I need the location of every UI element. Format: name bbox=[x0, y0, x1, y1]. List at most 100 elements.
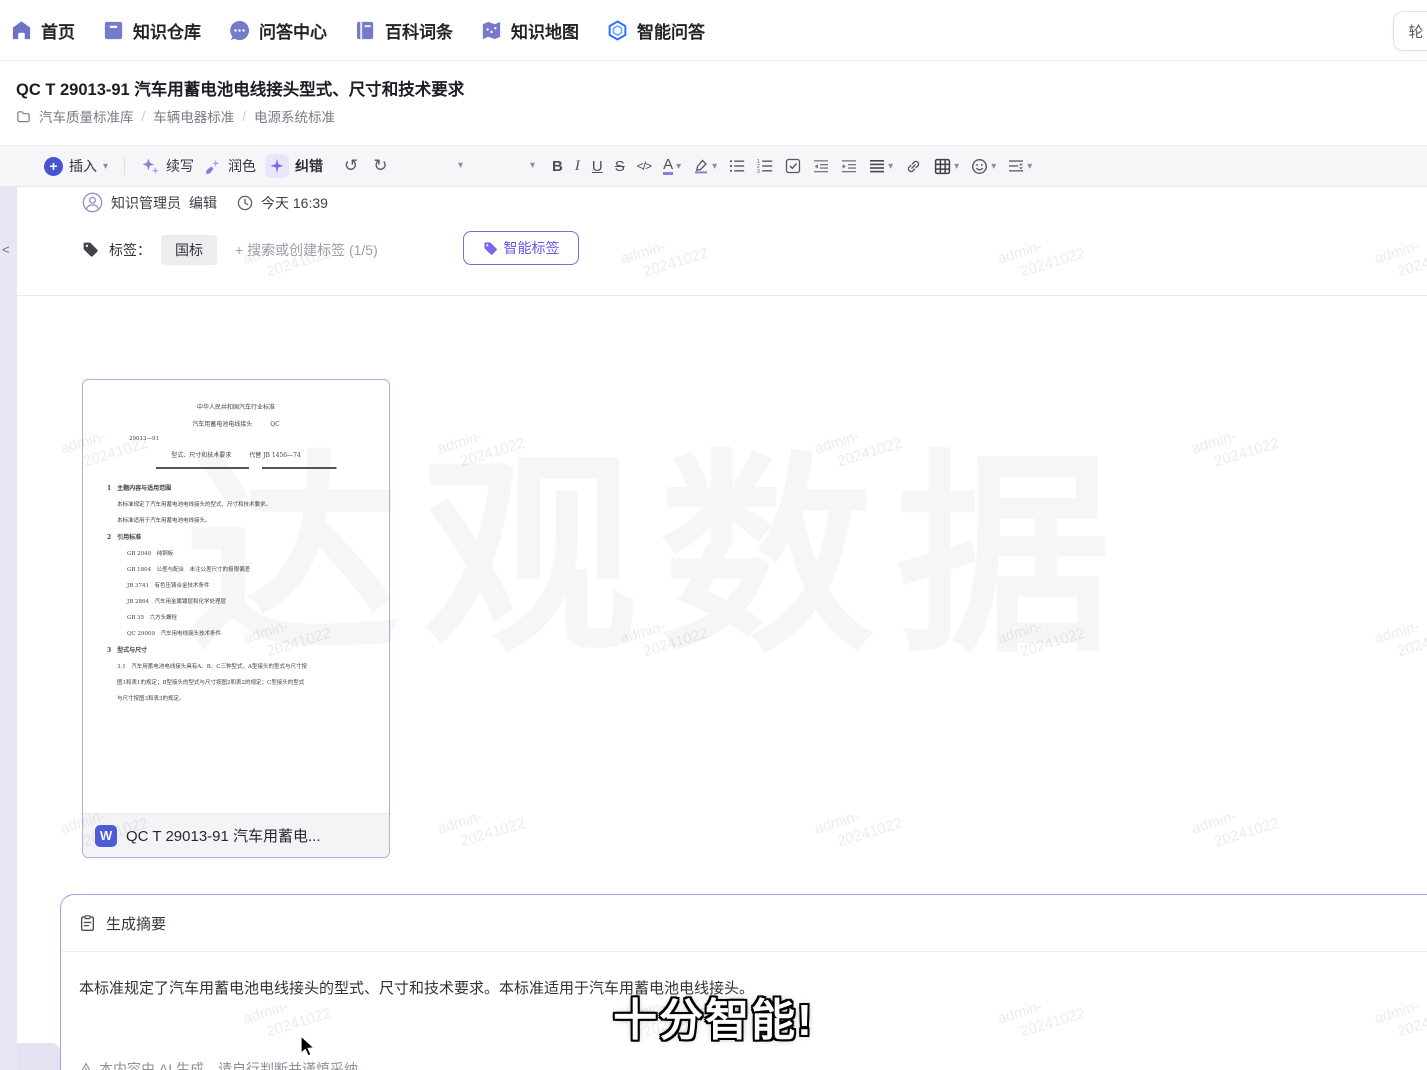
scan-line: 与尺寸按图3和表3的规定。 bbox=[117, 694, 371, 702]
svg-text:3: 3 bbox=[757, 169, 760, 174]
indent-button[interactable] bbox=[841, 158, 857, 174]
chevron-down-icon: ▾ bbox=[1027, 161, 1032, 172]
outdent-icon bbox=[813, 158, 829, 174]
redo-button[interactable]: ↻ bbox=[373, 156, 387, 176]
code-button[interactable]: </> bbox=[637, 159, 651, 173]
breadcrumb-item[interactable]: 电源系统标准 bbox=[254, 106, 335, 126]
scan-line: 3 型式与尺寸 bbox=[107, 645, 371, 654]
tag-icon bbox=[82, 241, 99, 258]
document-card[interactable]: 中华人民共和国汽车行业标准汽车用蓄电池电线接头 QC29013—91型式、尺寸和… bbox=[82, 379, 390, 858]
document-scan-preview: 中华人民共和国汽车行业标准汽车用蓄电池电线接头 QC29013—91型式、尺寸和… bbox=[83, 380, 389, 815]
smart-tag-button[interactable]: 智能标签 bbox=[463, 231, 579, 265]
scan-line: 29013—91 bbox=[129, 436, 371, 442]
line-spacing-button[interactable]: ▾ bbox=[1008, 158, 1032, 174]
task-list-button[interactable] bbox=[785, 158, 801, 174]
qa-center-icon bbox=[228, 19, 251, 42]
undo-button[interactable]: ↺ bbox=[344, 156, 358, 176]
left-panel-strip bbox=[0, 187, 17, 1070]
highlight-button[interactable]: ▾ bbox=[693, 158, 717, 174]
underline-button[interactable]: U bbox=[592, 158, 603, 175]
ai-correct-label: 纠错 bbox=[295, 156, 323, 176]
nav-item-knowledge-repo[interactable]: 知识仓库 bbox=[102, 18, 201, 43]
knowledge-map-icon bbox=[480, 19, 503, 42]
italic-button[interactable]: I bbox=[575, 158, 580, 175]
chevron-down-icon: ▾ bbox=[991, 161, 996, 172]
watermark-tile: admin-20241022 bbox=[812, 415, 904, 476]
watermark-tile: admin-20241022 bbox=[618, 225, 710, 286]
line-spacing-icon bbox=[1008, 158, 1024, 174]
ai-disclaimer: 本内容由 AI 生成，请自行判断并谨慎采纳 bbox=[79, 1059, 358, 1070]
tag-add-input[interactable]: + 搜索或创建标签 (1/5) bbox=[235, 240, 378, 260]
nav-item-label: 知识地图 bbox=[511, 18, 579, 43]
watermark-tile: admin-20241022 bbox=[1189, 795, 1281, 856]
font-color-button[interactable]: A▾ bbox=[663, 157, 681, 176]
ai-polish-button[interactable]: 润色 bbox=[203, 156, 256, 176]
emoji-icon bbox=[971, 158, 988, 175]
toolbar-divider bbox=[124, 157, 125, 175]
scan-line: QC 29009 汽车用电线接头技术条件 bbox=[127, 629, 371, 637]
bold-button[interactable]: B bbox=[552, 158, 563, 175]
panel-collapse-handle[interactable]: < bbox=[2, 242, 10, 257]
watermark-tile: admin-20241022 bbox=[1372, 605, 1427, 666]
summary-header: 生成摘要 bbox=[61, 895, 1427, 952]
smart-tag-label: 智能标签 bbox=[504, 238, 560, 258]
tag-label: 标签： bbox=[109, 240, 151, 260]
editor-content: < 知识管理员 编辑 今天 16:39 标签： 国标 + 搜索或创建标签 (1/… bbox=[0, 187, 1427, 1070]
watermark-tile: admin-20241022 bbox=[618, 605, 710, 666]
ai-continue-button[interactable]: 续写 bbox=[141, 156, 194, 176]
tag-row: 标签： 国标 + 搜索或创建标签 (1/5) bbox=[82, 233, 378, 266]
ai-correct-button[interactable]: 纠错 bbox=[265, 154, 323, 178]
table-icon bbox=[934, 158, 951, 175]
sparkle-icon bbox=[141, 157, 160, 176]
breadcrumb-item[interactable]: 车辆电器标准 bbox=[153, 106, 234, 126]
editor-name: 知识管理员 bbox=[111, 193, 181, 213]
section-divider bbox=[17, 295, 1427, 296]
avatar-icon bbox=[82, 192, 103, 213]
summary-icon bbox=[79, 915, 96, 932]
link-button[interactable] bbox=[905, 158, 922, 175]
chevron-down-icon: ▾ bbox=[676, 161, 681, 172]
overflow-button[interactable]: 轮 bbox=[1393, 11, 1427, 51]
watermark-tile: admin-20241022 bbox=[995, 605, 1087, 666]
watermark-tile: admin-20241022 bbox=[995, 225, 1087, 286]
scan-line: GB 35 六方头螺栓 bbox=[127, 613, 371, 621]
encyclopedia-icon bbox=[354, 19, 377, 42]
font-size-dropdown[interactable]: ▾ bbox=[530, 160, 535, 171]
chevron-down-icon: ▾ bbox=[954, 161, 959, 172]
polish-icon bbox=[203, 157, 222, 176]
smart-tag-icon bbox=[483, 241, 498, 256]
nav-item-label: 智能问答 bbox=[637, 18, 705, 43]
top-nav: 首页 知识仓库 问答中心 百科词条 知识地图 智能问答 轮 bbox=[0, 0, 1427, 61]
breadcrumb: 汽车质量标准库 / 车辆电器标准 / 电源系统标准 bbox=[16, 106, 335, 126]
ordered-list-button[interactable]: 123 bbox=[757, 158, 773, 174]
insert-label: 插入 bbox=[69, 156, 97, 176]
scan-line: 汽车用蓄电池电线接头 QC bbox=[101, 419, 371, 428]
nav-item-home[interactable]: 首页 bbox=[10, 18, 75, 43]
nav-item-label: 百科词条 bbox=[385, 18, 453, 43]
document-card-footer[interactable]: W QC T 29013-91 汽车用蓄电... bbox=[83, 813, 389, 857]
scan-line: 1 主题内容与适用范围 bbox=[107, 483, 371, 492]
table-button[interactable]: ▾ bbox=[934, 158, 959, 175]
breadcrumb-item[interactable]: 汽车质量标准库 bbox=[39, 106, 134, 126]
watermark-tile: admin-20241022 bbox=[435, 415, 527, 476]
editor-action: 编辑 bbox=[189, 193, 217, 213]
edit-time: 今天 16:39 bbox=[261, 193, 328, 213]
paragraph-style-dropdown[interactable]: ▾ bbox=[458, 160, 463, 171]
correct-icon bbox=[269, 158, 285, 174]
nav-item-ai-qa[interactable]: 智能问答 bbox=[606, 18, 705, 43]
scan-line: JB 3741 有色压铸合金技术条件 bbox=[127, 581, 371, 589]
align-button[interactable]: ▾ bbox=[869, 158, 893, 174]
nav-item-knowledge-map[interactable]: 知识地图 bbox=[480, 18, 579, 43]
tag-chip[interactable]: 国标 bbox=[161, 235, 217, 265]
outdent-button[interactable] bbox=[813, 158, 829, 174]
watermark-tile: admin-20241022 bbox=[435, 795, 527, 856]
breadcrumb-separator: / bbox=[142, 109, 146, 124]
insert-button[interactable]: + 插入 ▾ bbox=[44, 156, 108, 176]
bullet-list-button[interactable] bbox=[729, 158, 745, 174]
nav-item-qa-center[interactable]: 问答中心 bbox=[228, 18, 327, 43]
nav-item-encyclopedia[interactable]: 百科词条 bbox=[354, 18, 453, 43]
chevron-down-icon: ▾ bbox=[103, 161, 108, 172]
emoji-button[interactable]: ▾ bbox=[971, 158, 996, 175]
breadcrumb-separator: / bbox=[242, 109, 246, 124]
strikethrough-button[interactable]: S bbox=[615, 158, 625, 175]
